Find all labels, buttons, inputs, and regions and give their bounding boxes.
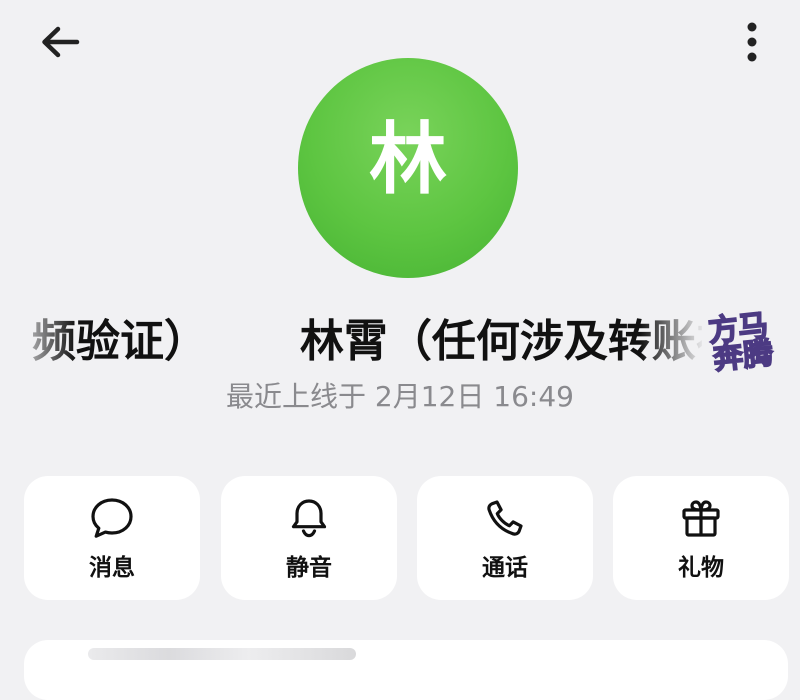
call-label: 通话 xyxy=(482,555,528,581)
avatar-initial: 林 xyxy=(368,115,447,205)
call-button[interactable]: 通话 xyxy=(417,476,593,600)
details-card xyxy=(24,640,788,700)
gift-label: 礼物 xyxy=(678,555,724,581)
message-label: 消息 xyxy=(89,555,135,581)
back-arrow-icon xyxy=(40,24,80,64)
display-name: 频验证） 林霄（任何涉及转账礼 xyxy=(32,316,702,367)
mute-label: 静音 xyxy=(286,555,332,581)
last-seen-status: 最近上线于 2月12日 16:49 xyxy=(226,380,574,413)
gift-button[interactable]: 礼物 xyxy=(613,476,789,600)
more-options-button[interactable] xyxy=(730,18,774,70)
more-vertical-icon xyxy=(746,21,758,67)
mute-button[interactable]: 静音 xyxy=(221,476,397,600)
message-button[interactable]: 消息 xyxy=(24,476,200,600)
phone-icon xyxy=(481,494,529,542)
gift-icon xyxy=(677,494,725,542)
chat-bubble-icon xyxy=(88,494,136,542)
profile-actions: 消息 静音 通话 礼物 xyxy=(24,476,789,600)
avatar[interactable]: 林 xyxy=(298,58,518,278)
display-name-row: 频验证） 林霄（任何涉及转账礼 xyxy=(0,306,800,378)
blurred-detail-text xyxy=(88,648,356,660)
bell-icon xyxy=(285,494,333,542)
back-button[interactable] xyxy=(32,20,88,68)
